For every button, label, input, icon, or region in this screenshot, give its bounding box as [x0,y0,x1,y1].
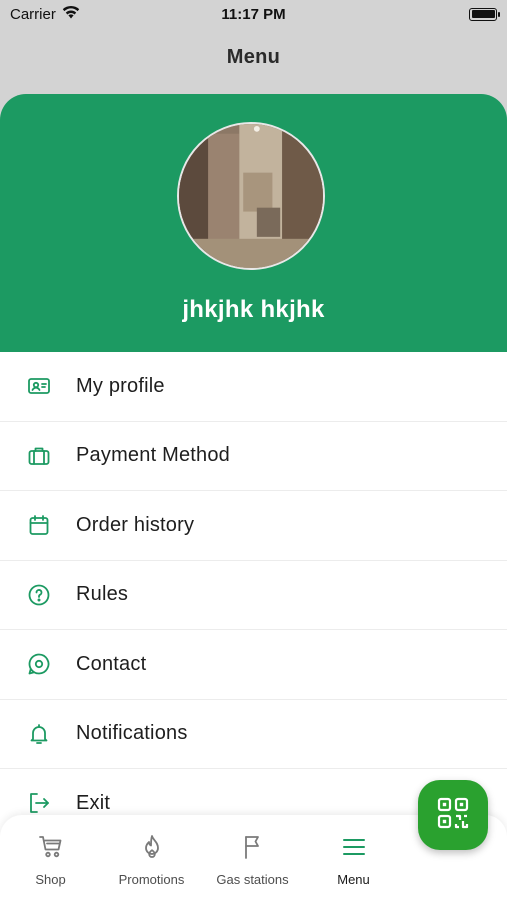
tab-label: Gas stations [216,872,289,887]
cart-icon [37,833,65,866]
tab-label: Promotions [118,872,185,887]
status-left: Carrier [10,5,80,23]
menu-item-my-profile[interactable]: My profile [0,352,507,422]
tab-promotions[interactable]: Promotions [101,815,202,900]
menu-item-label: Order history [76,513,195,536]
question-circle-icon [26,582,52,608]
tab-label: Menu [337,872,370,887]
menu-item-payment-method[interactable]: Payment Method [0,422,507,491]
qr-code-button[interactable] [418,780,488,850]
bell-icon [26,721,52,747]
menu-item-label: My profile [76,374,165,397]
flame-icon [138,833,166,866]
hamburger-icon [340,833,368,866]
menu-item-label: Contact [76,652,147,675]
tab-menu[interactable]: Menu [303,815,404,900]
wifi-icon [62,5,80,23]
tab-shop[interactable]: Shop [0,815,101,900]
flag-icon [239,833,267,866]
menu-item-label: Exit [76,791,111,814]
tab-label: Shop [35,872,66,887]
menu-item-label: Payment Method [76,444,230,467]
menu-item-order-history[interactable]: Order history [0,491,507,561]
briefcase-icon [26,443,52,469]
menu-item-rules[interactable]: Rules [0,561,507,630]
user-name: jhkjhk hkjhk [182,296,325,323]
menu-item-label: Notifications [76,722,188,745]
profile-header: jhkjhk hkjhk [0,94,507,352]
menu-item-contact[interactable]: Contact [0,630,507,700]
tab-gas-stations[interactable]: Gas stations [202,815,303,900]
battery-icon [469,7,500,21]
logout-icon [26,790,52,816]
menu-item-notifications[interactable]: Notifications [0,700,507,769]
page-title: Menu [226,46,281,68]
avatar[interactable] [177,122,325,270]
id-card-icon [26,373,52,399]
calendar-icon [26,512,52,538]
status-bar: Carrier 11:17 PM [0,0,507,28]
avatar-image [179,124,323,268]
carrier-label: Carrier [10,5,56,23]
menu-item-label: Rules [76,583,129,606]
chat-bubble-icon [26,651,52,677]
qr-code-icon [436,796,470,835]
